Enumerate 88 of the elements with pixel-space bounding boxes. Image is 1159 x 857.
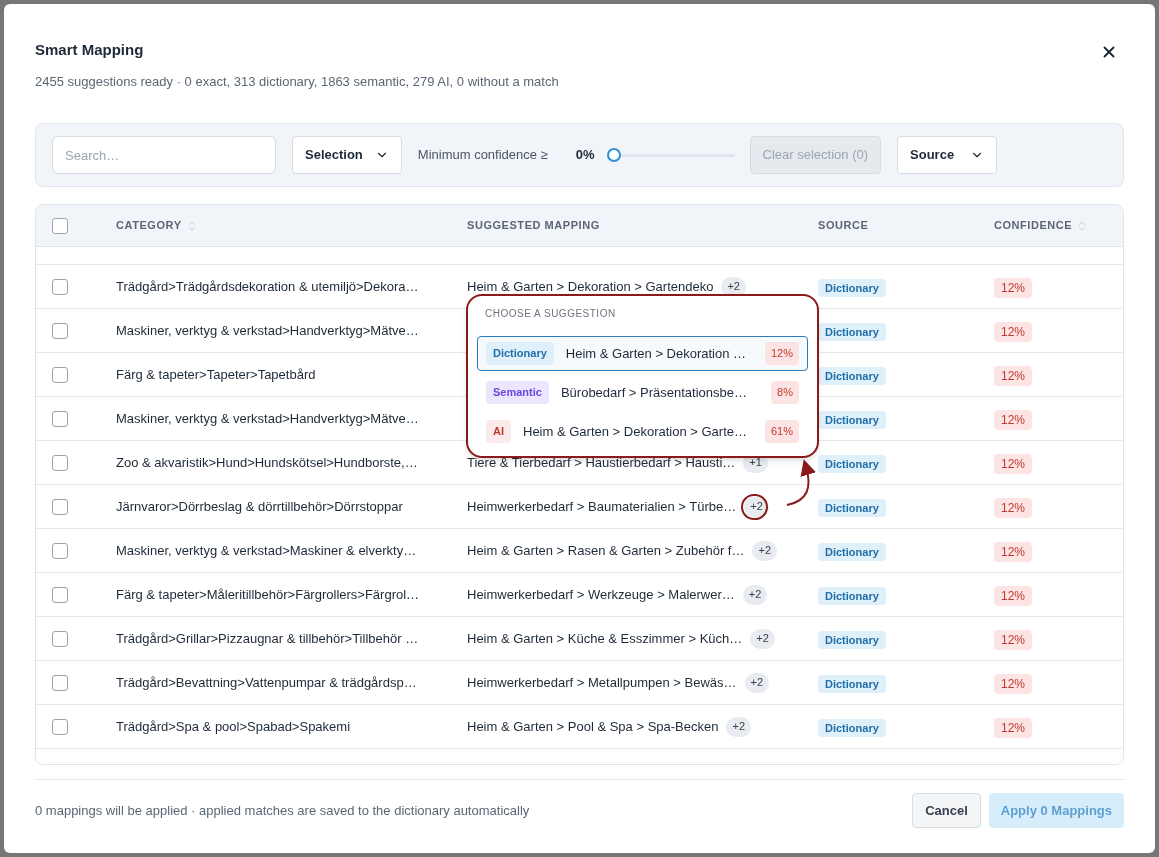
source-tag: Dictionary bbox=[818, 498, 886, 517]
column-header: CATEGORY bbox=[116, 218, 182, 234]
source-tag: Dictionary bbox=[818, 278, 886, 297]
confidence-tag: 12% bbox=[994, 277, 1033, 298]
checkbox[interactable] bbox=[52, 542, 68, 559]
confidence-tag: 12% bbox=[994, 497, 1033, 518]
checkbox[interactable] bbox=[52, 410, 68, 427]
category-cell-text: Zoo & akvaristik>Hund>Hundskötsel>Hundborste,… bbox=[116, 453, 419, 472]
checkbox[interactable] bbox=[52, 630, 68, 647]
cancel-button[interactable]: Cancel bbox=[912, 793, 981, 828]
confidence-tag: 61% bbox=[764, 420, 799, 443]
confidence-tag: 12% bbox=[994, 541, 1033, 562]
popover-title: CHOOSE A SUGGESTION bbox=[485, 307, 617, 321]
confidence-tag: 12% bbox=[994, 717, 1033, 738]
confidence-tag: 12% bbox=[994, 453, 1033, 474]
suggestion-mapping: Bürobedarf > Präsentationsbe… bbox=[560, 383, 748, 402]
source-tag: Dictionary bbox=[818, 630, 886, 649]
confidence-tag: 12% bbox=[994, 629, 1033, 650]
category-cell-text: Maskiner, verktyg & verkstad>Handverktyg>Mätve… bbox=[116, 321, 420, 340]
source-tag: Dictionary bbox=[818, 542, 886, 561]
source-tag: Semantic bbox=[486, 381, 549, 404]
mapping-cell-text: Heimwerkerbedarf > Baumaterialien > Türbe… bbox=[467, 497, 737, 516]
more-suggestions-badge[interactable]: +2 bbox=[744, 672, 770, 693]
confidence-tag: 12% bbox=[764, 342, 799, 365]
category-cell-text: Färg & tapeter>Måleritillbehör>Färgrollers>Färgrol… bbox=[116, 585, 421, 604]
checkbox[interactable] bbox=[52, 454, 68, 471]
confidence-tag: 8% bbox=[771, 381, 799, 404]
more-suggestions-badge[interactable]: +2 bbox=[750, 628, 775, 649]
more-suggestions-badge[interactable]: +2 bbox=[721, 276, 746, 297]
source-tag: Dictionary bbox=[818, 586, 886, 605]
mapping-cell-text: Heim & Garten > Rasen & Garten > Zubehör f… bbox=[467, 541, 745, 560]
checkbox[interactable] bbox=[52, 718, 68, 735]
checkbox[interactable] bbox=[52, 366, 68, 383]
source-tag: Dictionary bbox=[818, 454, 886, 473]
dialog-title: Smart Mapping bbox=[35, 40, 145, 60]
source-tag: Dictionary bbox=[818, 410, 886, 429]
confidence-tag: 12% bbox=[994, 365, 1033, 386]
mapping-cell-text: Tiere & Tierbedarf > Haustierbedarf > Hausti… bbox=[467, 453, 736, 472]
slider-thumb[interactable] bbox=[606, 148, 621, 162]
source-tag: Dictionary bbox=[818, 366, 886, 385]
confidence-label: Minimum confidence ≥ bbox=[417, 146, 548, 165]
category-cell-text: Trädgård>Trädgårdsdekoration & utemiljö>Dekora… bbox=[116, 277, 420, 296]
suggestion-mapping: Heim & Garten > Dekoration … bbox=[565, 344, 748, 363]
column-header: SUGGESTED MAPPING bbox=[467, 218, 600, 234]
source-tag: Dictionary bbox=[818, 322, 886, 341]
mapping-cell-text: Heim & Garten > Dekoration > Gartendeko bbox=[467, 277, 714, 296]
selection-dropdown[interactable]: Selection bbox=[292, 136, 402, 174]
checkbox[interactable] bbox=[52, 278, 68, 295]
footer-note: 0 mappings will be applied · applied matches are saved to the dictionary automatically bbox=[35, 801, 530, 820]
category-cell-text: Trädgård>Bevattning>Vattenpumpar & trädgårdsp… bbox=[116, 673, 418, 692]
checkbox[interactable] bbox=[52, 674, 68, 691]
mapping-cell-text: Heim & Garten > Küche & Esszimmer > Küch… bbox=[467, 629, 743, 648]
suggestion-option[interactable]: Semantic Bürobedarf > Präsentationsbe… 8% bbox=[477, 375, 808, 410]
confidence-tag: 12% bbox=[994, 409, 1033, 430]
source-tag: AI bbox=[486, 420, 511, 443]
mapping-cell-text: Heim & Garten > Pool & Spa > Spa-Becken bbox=[467, 717, 719, 736]
mapping-cell-text: Heimwerkerbedarf > Werkzeuge > Malerwer… bbox=[467, 585, 735, 604]
search-field[interactable]: Search… bbox=[52, 136, 276, 174]
checkbox[interactable] bbox=[52, 217, 68, 234]
category-cell-text: Trädgård>Spa & pool>Spabad>Spakemi bbox=[116, 717, 352, 736]
suggestion-option[interactable]: AI Heim & Garten > Dekoration > Garte… 61% bbox=[477, 414, 808, 449]
confidence-reading: 0% bbox=[575, 146, 595, 165]
more-suggestions-badge[interactable]: +2 bbox=[726, 716, 751, 737]
checkbox[interactable] bbox=[52, 586, 68, 603]
confidence-slider[interactable] bbox=[606, 148, 735, 162]
source-tag: Dictionary bbox=[818, 718, 886, 737]
source-dropdown[interactable]: Source bbox=[897, 136, 998, 174]
category-cell-text: Färg & tapeter>Tapeter>Tapetbård bbox=[116, 365, 317, 384]
source-tag: Dictionary bbox=[818, 674, 886, 693]
category-cell-text: Järnvaror>Dörrbeslag & dörrtillbehör>Dörrstoppar bbox=[116, 497, 404, 516]
confidence-tag: 12% bbox=[994, 585, 1033, 606]
category-cell-text: Maskiner, verktyg & verkstad>Handverktyg>Mätve… bbox=[116, 409, 420, 428]
checkbox[interactable] bbox=[52, 498, 68, 515]
suggestion-option[interactable]: Dictionary Heim & Garten > Dekoration … 12% bbox=[477, 336, 808, 371]
column-header: SOURCE bbox=[818, 218, 869, 234]
category-cell-text: Trädgård>Grillar>Pizzaugnar & tillbehör>Tillbehör … bbox=[116, 629, 420, 648]
suggestion-mapping: Heim & Garten > Dekoration > Garte… bbox=[523, 422, 748, 441]
mapping-cell-text: Heimwerkerbedarf > Metallpumpen > Bewäs… bbox=[467, 673, 737, 692]
category-cell-text: Maskiner, verktyg & verkstad>Maskiner & elverkty… bbox=[116, 541, 418, 560]
checkbox[interactable] bbox=[52, 322, 68, 339]
source-tag: Dictionary bbox=[486, 342, 554, 365]
annotation-arrow bbox=[786, 459, 816, 506]
dialog-subtitle: 2455 suggestions ready · 0 exact, 313 dictionary, 1863 semantic, 279 AI, 0 without a match bbox=[35, 72, 559, 91]
confidence-tag: 12% bbox=[994, 321, 1033, 342]
confidence-tag: 12% bbox=[994, 673, 1033, 694]
column-header: CONFIDENCE bbox=[994, 218, 1073, 234]
more-suggestions-badge[interactable]: +2 bbox=[742, 584, 768, 605]
more-suggestions-badge[interactable]: +2 bbox=[752, 540, 777, 561]
